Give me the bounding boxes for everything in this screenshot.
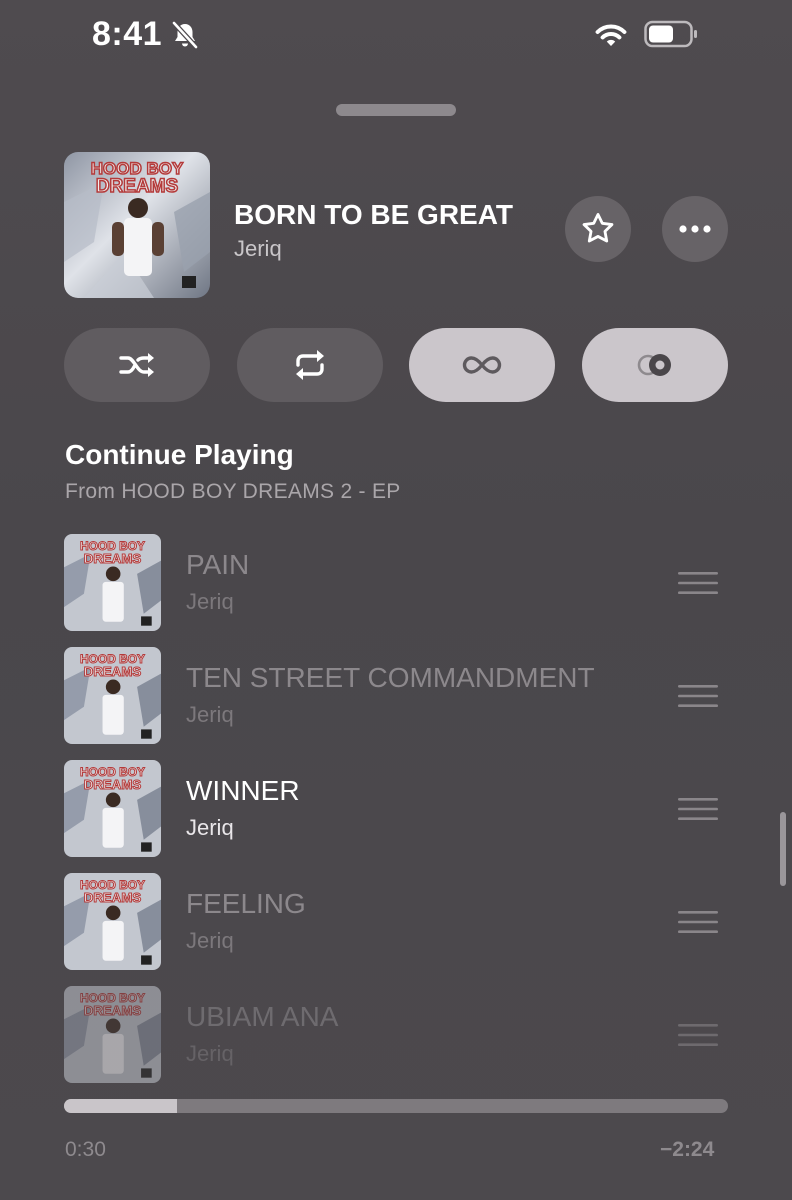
elapsed-time: 0:30 bbox=[65, 1138, 106, 1161]
track-artwork: HOOD BOY DREAMS bbox=[64, 534, 161, 631]
favorite-button[interactable] bbox=[565, 196, 631, 262]
track-artist: Jeriq bbox=[186, 589, 234, 614]
queue-row[interactable]: HOOD BOY DREAMS UBIAM ANA Jeriq bbox=[64, 986, 734, 1086]
queue-subtitle[interactable]: From HOOD BOY DREAMS 2 - EP bbox=[65, 478, 401, 506]
reorder-handle-icon[interactable] bbox=[678, 570, 718, 596]
more-options-button[interactable] bbox=[662, 196, 728, 262]
infinity-icon bbox=[462, 356, 502, 374]
queue-row[interactable]: HOOD BOY DREAMS PAIN Jeriq bbox=[64, 534, 734, 634]
track-artist: Jeriq bbox=[186, 1041, 234, 1066]
crossfade-button[interactable] bbox=[582, 328, 728, 402]
reorder-handle-icon[interactable] bbox=[678, 683, 718, 709]
svg-text:DREAMS: DREAMS bbox=[96, 176, 178, 197]
crossfade-icon bbox=[637, 354, 671, 376]
sheet-grabber[interactable] bbox=[336, 104, 456, 116]
playback-progress-fill bbox=[64, 1099, 177, 1113]
remaining-time: −2:24 bbox=[660, 1138, 715, 1161]
track-artwork: HOOD BOY DREAMS bbox=[64, 760, 161, 857]
now-playing-title: BORN TO BE GREAT bbox=[234, 199, 513, 230]
svg-text:DREAMS: DREAMS bbox=[84, 890, 142, 905]
repeat-icon bbox=[296, 350, 324, 380]
reorder-handle-icon[interactable] bbox=[678, 1022, 718, 1048]
track-title: FEELING bbox=[186, 888, 306, 919]
track-title: WINNER bbox=[186, 775, 300, 806]
svg-text:DREAMS: DREAMS bbox=[84, 551, 142, 566]
svg-text:DREAMS: DREAMS bbox=[84, 664, 142, 679]
shuffle-button[interactable] bbox=[64, 328, 210, 402]
track-artist: Jeriq bbox=[186, 702, 234, 727]
playback-scrubber[interactable] bbox=[64, 1099, 728, 1113]
star-icon bbox=[582, 213, 614, 243]
queue-row[interactable]: HOOD BOY DREAMS TEN STREET COMMANDMENT Je… bbox=[64, 647, 734, 747]
track-title: TEN STREET COMMANDMENT bbox=[186, 662, 595, 693]
reorder-handle-icon[interactable] bbox=[678, 909, 718, 935]
shuffle-icon bbox=[119, 353, 154, 377]
svg-text:DREAMS: DREAMS bbox=[84, 777, 142, 792]
silent-bell-icon bbox=[172, 21, 198, 49]
track-artwork: HOOD BOY DREAMS bbox=[64, 873, 161, 970]
autoplay-button[interactable] bbox=[409, 328, 555, 402]
queue-title: Continue Playing bbox=[65, 439, 294, 470]
reorder-handle-icon[interactable] bbox=[678, 796, 718, 822]
scroll-indicator[interactable] bbox=[780, 812, 786, 886]
track-title: PAIN bbox=[186, 549, 250, 580]
ellipsis-icon bbox=[679, 225, 711, 233]
battery-icon bbox=[644, 20, 697, 48]
track-artist: Jeriq bbox=[186, 815, 234, 840]
repeat-button[interactable] bbox=[237, 328, 383, 402]
now-playing-artist[interactable]: Jeriq bbox=[234, 235, 282, 263]
track-title: UBIAM ANA bbox=[186, 1001, 339, 1032]
now-playing-artwork: HOOD BOY DREAMS bbox=[64, 152, 210, 298]
track-artwork: HOOD BOY DREAMS bbox=[64, 986, 161, 1083]
queue-row[interactable]: HOOD BOY DREAMS FEELING Jeriq bbox=[64, 873, 734, 973]
track-artist: Jeriq bbox=[186, 928, 234, 953]
track-artwork: HOOD BOY DREAMS bbox=[64, 647, 161, 744]
svg-text:DREAMS: DREAMS bbox=[84, 1003, 142, 1018]
status-time: 8:41 bbox=[92, 15, 163, 53]
wifi-icon bbox=[595, 24, 627, 46]
queue-row[interactable]: HOOD BOY DREAMS WINNER Jeriq bbox=[64, 760, 734, 860]
